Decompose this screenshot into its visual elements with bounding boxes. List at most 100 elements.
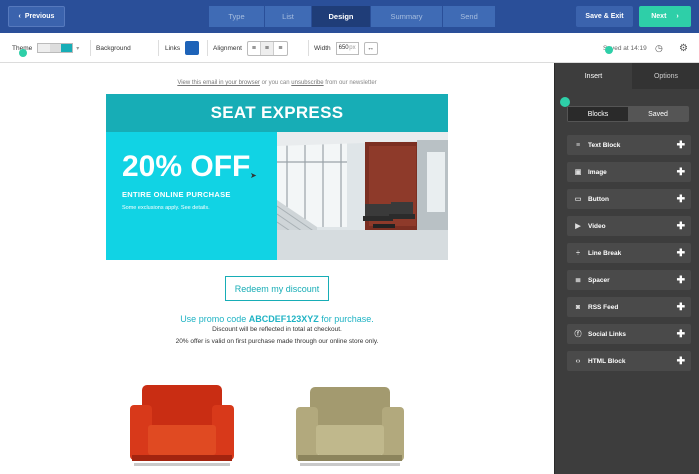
step-tabs: Type List Design Summary Send	[209, 6, 496, 27]
lobby-photo[interactable]	[277, 132, 448, 260]
hero-text-block[interactable]: 20% OFF ENTIRE ONLINE PURCHASE Some excl…	[106, 132, 277, 260]
discount-fineprint: Some exclusions apply. See details.	[122, 205, 210, 211]
red-armchair-image[interactable]	[126, 381, 238, 474]
block-label: Line Break	[588, 249, 622, 257]
tab-options[interactable]: Options	[632, 63, 699, 89]
unsubscribe-link[interactable]: unsubscribe	[291, 80, 323, 86]
preheader-text: from our newsletter	[323, 80, 377, 86]
block-label: Video	[588, 222, 606, 230]
spacer-icon: ≣	[575, 277, 581, 284]
discount-headline: 20% OFF	[122, 150, 251, 183]
expand-width-icon[interactable]: ↔	[363, 41, 378, 55]
divider	[207, 40, 208, 56]
save-exit-button[interactable]: Save & Exit	[576, 6, 633, 27]
step-design[interactable]: Design	[312, 6, 370, 27]
divider	[90, 40, 91, 56]
block-video[interactable]: ▶ Video ✚	[567, 216, 691, 236]
mouse-cursor-icon: ➤	[250, 171, 257, 180]
drag-add-icon[interactable]: ✚	[677, 248, 685, 259]
align-left-icon[interactable]: ≡	[248, 41, 261, 55]
block-image[interactable]: ▣ Image ✚	[567, 162, 691, 182]
design-toolbar: Theme ▾ Background Links Alignment ≡ ≡ ≡…	[0, 33, 699, 63]
email-canvas: View this email in your browser or you c…	[0, 63, 554, 474]
discount-subheadline: ENTIRE ONLINE PURCHASE	[122, 190, 231, 199]
drag-add-icon[interactable]: ✚	[677, 302, 685, 313]
step-label: List	[282, 12, 294, 21]
block-rss[interactable]: ◙ RSS Feed ✚	[567, 297, 691, 317]
promo-text: Use promo code	[180, 314, 249, 324]
drag-add-icon[interactable]: ✚	[677, 140, 685, 151]
text-icon: ≡	[575, 141, 581, 149]
promo-line[interactable]: Use promo code ABCDEF123XYZ for purchase…	[0, 314, 554, 324]
html-icon: ‹›	[575, 357, 581, 365]
cursor-marker	[605, 46, 613, 54]
chevron-right-icon: ›	[676, 13, 679, 20]
drag-add-icon[interactable]: ✚	[677, 167, 685, 178]
align-right-icon[interactable]: ≡	[274, 42, 287, 55]
view-in-browser-link[interactable]: View this email in your browser	[177, 80, 260, 86]
app: ‹ Previous Type List Design Summary Send…	[0, 0, 699, 474]
saved-tab[interactable]: Saved	[628, 107, 688, 121]
gear-icon[interactable]: ⚙	[679, 33, 688, 63]
links-control[interactable]: Links	[165, 33, 200, 63]
social-icon: ⓕ	[574, 331, 582, 338]
step-label: Summary	[390, 12, 423, 21]
button-icon: ▭	[574, 196, 582, 203]
width-label: Width	[314, 44, 331, 52]
step-label: Design	[328, 12, 354, 21]
block-label: Button	[588, 195, 609, 203]
step-list[interactable]: List	[265, 6, 311, 27]
image-icon: ▣	[574, 169, 582, 176]
divider	[308, 40, 309, 56]
block-label: Image	[588, 168, 607, 176]
promo-text: for purchase.	[318, 314, 374, 324]
width-input[interactable]: 650 px	[335, 41, 359, 55]
chevron-down-icon: ▾	[76, 45, 80, 52]
top-nav: ‹ Previous Type List Design Summary Send…	[0, 0, 699, 33]
divider	[158, 40, 159, 56]
align-center-icon[interactable]: ≡	[260, 41, 274, 55]
block-text[interactable]: ≡ Text Block ✚	[567, 135, 691, 155]
block-spacer[interactable]: ≣ Spacer ✚	[567, 270, 691, 290]
beige-armchair-image[interactable]	[292, 383, 408, 474]
block-line-break[interactable]: ÷ Line Break ✚	[567, 243, 691, 263]
next-button[interactable]: Next ›	[639, 6, 691, 27]
history-icon[interactable]: ◷	[655, 33, 663, 63]
tab-insert[interactable]: Insert	[555, 63, 632, 89]
block-social[interactable]: ⓕ Social Links ✚	[567, 324, 691, 344]
tab-label: Insert	[584, 72, 603, 80]
step-type[interactable]: Type	[209, 6, 264, 27]
previous-button[interactable]: ‹ Previous	[8, 6, 65, 27]
links-color-swatch[interactable]	[185, 41, 200, 55]
width-value: 650	[338, 45, 349, 51]
email-header[interactable]: SEAT EXPRESS	[106, 94, 448, 132]
block-label: Spacer	[588, 276, 610, 284]
drag-add-icon[interactable]: ✚	[677, 194, 685, 205]
step-send[interactable]: Send	[443, 6, 495, 27]
theme-swatch[interactable]	[37, 43, 74, 53]
blocks-tab[interactable]: Blocks	[568, 107, 628, 121]
block-html[interactable]: ‹› HTML Block ✚	[567, 351, 691, 371]
alignment-label: Alignment	[213, 44, 242, 52]
drag-add-icon[interactable]: ✚	[677, 356, 685, 367]
theme-control[interactable]: Theme ▾	[12, 33, 79, 63]
video-icon: ▶	[575, 223, 581, 230]
drag-add-icon[interactable]: ✚	[677, 329, 685, 340]
block-label: Social Links	[588, 330, 626, 338]
insert-panel: Insert Options Blocks Saved ≡ Text Block ✚…	[554, 63, 699, 474]
step-summary[interactable]: Summary	[371, 6, 442, 27]
block-label: Text Block	[588, 141, 621, 149]
drag-add-icon[interactable]: ✚	[677, 221, 685, 232]
lobby-illustration	[277, 132, 448, 260]
step-label: Type	[228, 12, 245, 21]
offer-note: 20% offer is valid on first purchase mad…	[175, 338, 379, 345]
background-control[interactable]: Background	[96, 33, 131, 63]
drag-add-icon[interactable]: ✚	[677, 275, 685, 286]
redeem-button[interactable]: Redeem my discount	[225, 276, 329, 301]
preheader: View this email in your browser or you c…	[0, 80, 554, 86]
block-label: HTML Block	[588, 357, 626, 365]
next-label: Next	[651, 13, 667, 20]
tab-label: Options	[653, 72, 679, 80]
block-button[interactable]: ▭ Button ✚	[567, 189, 691, 209]
redeem-label: Redeem my discount	[234, 283, 320, 294]
